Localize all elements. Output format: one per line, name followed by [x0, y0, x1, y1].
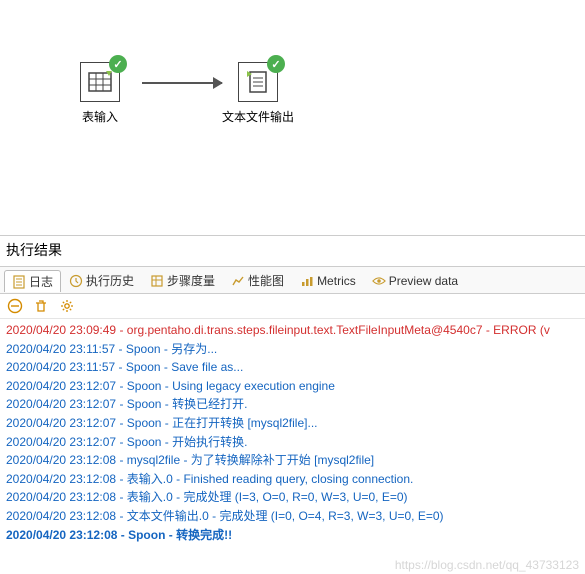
log-settings-button[interactable]	[58, 297, 76, 315]
tab-label: 执行历史	[86, 272, 134, 289]
step-text-file-output[interactable]: 文本文件输出	[222, 62, 294, 125]
transformation-canvas[interactable]: 表输入 文本文件输出	[0, 0, 585, 235]
step-label: 文本文件输出	[222, 108, 294, 125]
step-metrics-icon	[150, 274, 164, 288]
clear-log-button[interactable]	[32, 297, 50, 315]
step-table-input[interactable]: 表输入	[80, 62, 120, 125]
tab-label: 步骤度量	[167, 272, 215, 289]
success-check-icon	[267, 55, 285, 73]
tab-log[interactable]: 日志	[4, 270, 61, 292]
hop-arrow[interactable]	[142, 82, 222, 84]
log-output[interactable]: 2020/04/20 23:09:49 - org.pentaho.di.tra…	[0, 319, 585, 546]
tab-preview-data[interactable]: Preview data	[364, 271, 466, 290]
log-line: 2020/04/20 23:12:08 - 表输入.0 - 完成处理 (I=3,…	[6, 488, 579, 507]
log-line: 2020/04/20 23:11:57 - Spoon - Save file …	[6, 358, 579, 377]
execution-results-panel: 执行结果 日志 执行历史 步骤度量 性能图 Metrics Preview da…	[0, 235, 585, 546]
tab-label: 性能图	[248, 272, 284, 289]
text-file-output-icon	[238, 62, 278, 102]
stop-button[interactable]	[6, 297, 24, 315]
preview-icon	[372, 274, 386, 288]
log-line: 2020/04/20 23:12:08 - Spoon - 转换完成!!	[6, 526, 579, 545]
tab-performance[interactable]: 性能图	[223, 269, 292, 291]
tab-history[interactable]: 执行历史	[61, 269, 142, 291]
performance-icon	[231, 274, 245, 288]
tab-metrics[interactable]: Metrics	[292, 271, 364, 290]
results-tabs: 日志 执行历史 步骤度量 性能图 Metrics Preview data	[0, 267, 585, 294]
log-line: 2020/04/20 23:12:07 - Spoon - 开始执行转换.	[6, 433, 579, 452]
metrics-icon	[300, 274, 314, 288]
step-label: 表输入	[80, 108, 120, 125]
log-line: 2020/04/20 23:12:08 - 表输入.0 - Finished r…	[6, 470, 579, 489]
tab-label: Metrics	[317, 274, 356, 288]
log-icon	[12, 275, 26, 289]
history-icon	[69, 274, 83, 288]
log-line: 2020/04/20 23:09:49 - org.pentaho.di.tra…	[6, 321, 579, 340]
table-input-icon	[80, 62, 120, 102]
results-title: 执行结果	[0, 236, 585, 267]
tab-step-metrics[interactable]: 步骤度量	[142, 269, 223, 291]
log-line: 2020/04/20 23:12:07 - Spoon - 转换已经打开.	[6, 395, 579, 414]
log-line: 2020/04/20 23:12:07 - Spoon - 正在打开转换 [my…	[6, 414, 579, 433]
log-toolbar	[0, 294, 585, 319]
tab-label: 日志	[29, 273, 53, 290]
log-line: 2020/04/20 23:12:08 - mysql2file - 为了转换解…	[6, 451, 579, 470]
tab-label: Preview data	[389, 274, 458, 288]
log-line: 2020/04/20 23:11:57 - Spoon - 另存为...	[6, 340, 579, 359]
success-check-icon	[109, 55, 127, 73]
log-line: 2020/04/20 23:12:08 - 文本文件输出.0 - 完成处理 (I…	[6, 507, 579, 526]
log-line: 2020/04/20 23:12:07 - Spoon - Using lega…	[6, 377, 579, 396]
watermark: https://blog.csdn.net/qq_43733123	[395, 558, 579, 572]
